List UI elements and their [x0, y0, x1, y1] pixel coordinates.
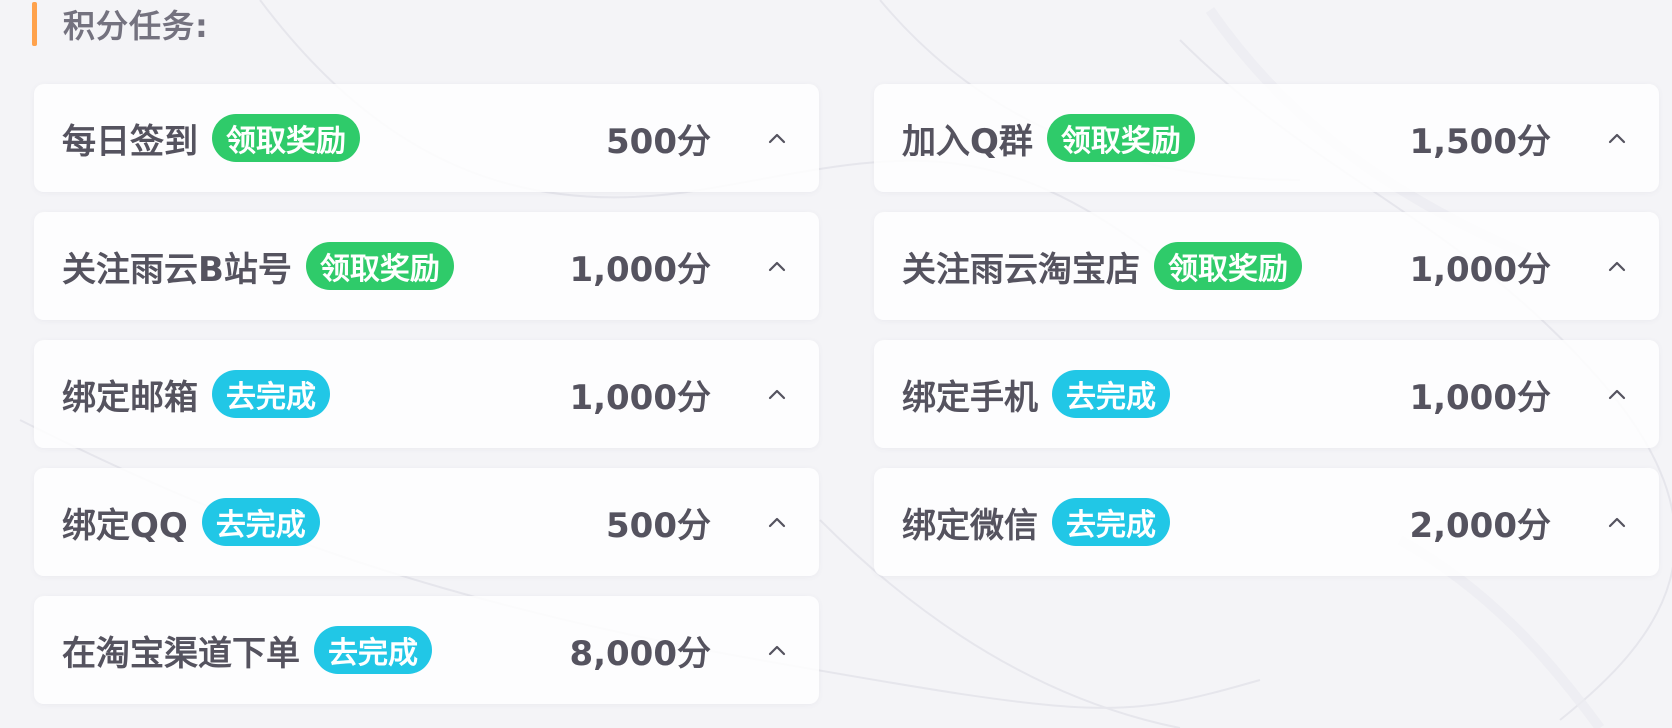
task-card[interactable]: 绑定手机 去完成 1,000分 [874, 340, 1659, 448]
task-points: 500分 [606, 121, 711, 162]
chevron-up-icon[interactable] [765, 638, 789, 662]
task-card[interactable]: 绑定邮箱 去完成 1,000分 [34, 340, 819, 448]
task-name: 关注雨云B站号 [62, 249, 292, 290]
task-points: 1,500分 [1409, 121, 1551, 162]
task-points: 8,000分 [569, 633, 711, 674]
chevron-up-icon[interactable] [1605, 126, 1629, 150]
chevron-up-icon[interactable] [1605, 382, 1629, 406]
task-grid: 每日签到 领取奖励 500分 加入Q群 领取奖励 1,500分 关注雨云B站号 领取奖励 1,0… [34, 84, 1659, 704]
task-card[interactable]: 绑定QQ 去完成 500分 [34, 468, 819, 576]
task-name: 绑定微信 [902, 505, 1038, 546]
claim-reward-button[interactable]: 领取奖励 [1046, 114, 1195, 162]
task-card[interactable]: 关注雨云B站号 领取奖励 1,000分 [34, 212, 819, 320]
go-complete-button[interactable]: 去完成 [201, 498, 320, 546]
section-title: 积分任务: [63, 7, 209, 45]
task-name: 在淘宝渠道下单 [62, 633, 300, 674]
task-name: 绑定手机 [902, 377, 1038, 418]
task-points: 2,000分 [1409, 505, 1551, 546]
task-points: 1,000分 [1409, 249, 1551, 290]
claim-reward-button[interactable]: 领取奖励 [212, 114, 360, 162]
chevron-up-icon[interactable] [765, 382, 789, 406]
task-name: 关注雨云淘宝店 [902, 249, 1140, 290]
claim-reward-button[interactable]: 领取奖励 [1154, 242, 1302, 290]
go-complete-button[interactable]: 去完成 [212, 370, 330, 418]
task-card[interactable]: 关注雨云淘宝店 领取奖励 1,000分 [874, 212, 1659, 320]
claim-reward-button[interactable]: 领取奖励 [305, 242, 454, 290]
section-accent-bar [32, 2, 37, 46]
chevron-up-icon[interactable] [1605, 510, 1629, 534]
task-card[interactable]: 每日签到 领取奖励 500分 [34, 84, 819, 192]
chevron-up-icon[interactable] [1605, 254, 1629, 278]
task-points: 1,000分 [569, 377, 711, 418]
task-name: 每日签到 [62, 121, 198, 162]
chevron-up-icon[interactable] [765, 254, 789, 278]
chevron-up-icon[interactable] [765, 510, 789, 534]
go-complete-button[interactable]: 去完成 [1052, 498, 1170, 546]
task-card[interactable]: 加入Q群 领取奖励 1,500分 [874, 84, 1659, 192]
chevron-up-icon[interactable] [765, 126, 789, 150]
task-name: 加入Q群 [902, 121, 1033, 162]
go-complete-button[interactable]: 去完成 [314, 626, 432, 674]
task-points: 1,000分 [569, 249, 711, 290]
task-name: 绑定QQ [62, 505, 188, 546]
task-points: 1,000分 [1409, 377, 1551, 418]
task-card[interactable]: 绑定微信 去完成 2,000分 [874, 468, 1659, 576]
task-card[interactable]: 在淘宝渠道下单 去完成 8,000分 [34, 596, 819, 704]
go-complete-button[interactable]: 去完成 [1052, 370, 1170, 418]
section-header: 积分任务: [32, 2, 209, 46]
task-points: 500分 [606, 505, 711, 546]
task-name: 绑定邮箱 [62, 377, 198, 418]
